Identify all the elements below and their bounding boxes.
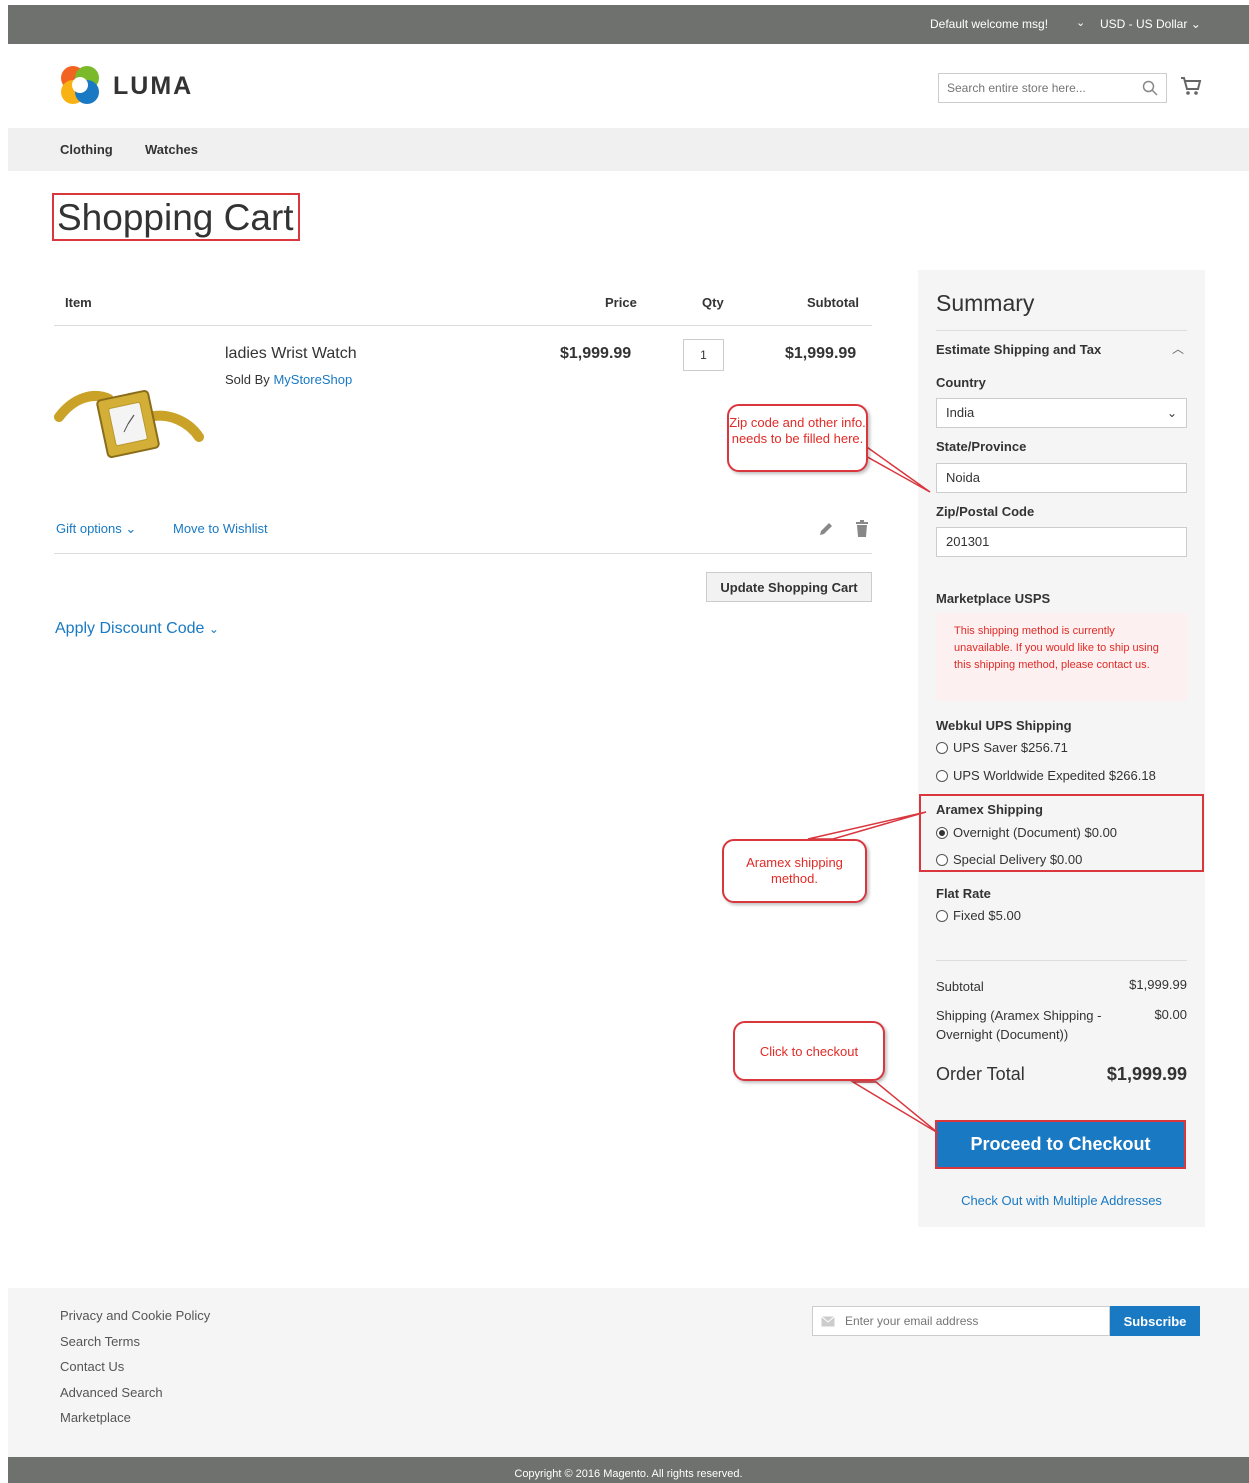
country-value: India [946,405,975,420]
nav-item-watches[interactable]: Watches [145,142,198,157]
product-image[interactable] [54,377,204,467]
newsletter-email-input[interactable] [845,1307,1105,1335]
shipping-option-flat-fixed[interactable]: Fixed $5.00 [936,908,1021,923]
page-title: Shopping Cart [57,197,294,238]
col-header-subtotal: Subtotal [807,295,859,310]
currency-switcher[interactable]: USD - US Dollar ⌄ [1100,17,1201,31]
proceed-to-checkout-button[interactable]: Proceed to Checkout [935,1120,1186,1169]
divider [54,553,872,554]
country-label: Country [936,375,986,390]
flat-rate-title: Flat Rate [936,886,991,901]
search-icon[interactable] [1142,80,1158,96]
page: Default welcome msg! ⌄ USD - US Dollar ⌄… [8,5,1249,1483]
subtotal-label: Subtotal [936,979,984,994]
search-box [938,73,1167,103]
multiple-addresses-link[interactable]: Check Out with Multiple Addresses [918,1193,1205,1208]
search-input[interactable] [939,74,1129,102]
trash-icon[interactable] [855,520,869,537]
apply-discount-toggle[interactable]: Apply Discount Code ⌄ [55,620,219,638]
footer: Privacy and Cookie Policy Search Terms C… [8,1288,1249,1457]
shipping-option-ups-expedited[interactable]: UPS Worldwide Expedited $266.18 [936,768,1156,783]
seller-link[interactable]: MyStoreShop [273,372,352,387]
zip-input[interactable]: 201301 [936,527,1187,557]
summary-title: Summary [936,290,1035,316]
nav-item-clothing[interactable]: Clothing [60,142,113,157]
newsletter-box [812,1306,1110,1336]
chevron-down-icon[interactable]: ⌄ [1076,16,1085,29]
luma-logo-icon[interactable] [58,63,102,107]
col-header-item: Item [65,295,92,310]
item-price: $1,999.99 [560,345,632,362]
logo-text[interactable]: LUMA [113,72,193,101]
ups-title: Webkul UPS Shipping [936,718,1072,733]
gift-options-label: Gift options [56,521,122,536]
order-summary: Summary Estimate Shipping and Tax ︿ Coun… [918,270,1205,1227]
state-label: State/Province [936,439,1027,454]
shipping-option-label: Fixed $5.00 [953,908,1021,923]
shipping-label: Shipping (Aramex Shipping - Overnight (D… [936,1008,1102,1042]
callout-checkout: Click to checkout [733,1021,885,1081]
usps-unavailable-notice: This shipping method is currently unavai… [936,613,1187,701]
footer-link-advanced-search[interactable]: Advanced Search [60,1385,210,1411]
top-bar: Default welcome msg! ⌄ USD - US Dollar ⌄ [8,5,1249,44]
order-total-value: $1,999.99 [1106,1064,1187,1084]
marketplace-usps-title: Marketplace USPS [936,591,1051,606]
zip-label: Zip/Postal Code [936,504,1035,519]
radio-button[interactable] [936,741,948,754]
col-header-qty: Qty [702,295,724,310]
callout-aramex: Aramex shipping method. [722,839,867,903]
welcome-message: Default welcome msg! [930,17,1049,31]
currency-label: USD - US Dollar [1100,17,1188,31]
footer-link-contact[interactable]: Contact Us [60,1359,210,1385]
main-nav: Clothing Watches [8,128,1249,171]
sold-by: Sold By MyStoreShop [225,372,352,387]
divider [936,330,1187,331]
shipping-option-label: UPS Worldwide Expedited $266.18 [953,768,1156,783]
footer-link-privacy[interactable]: Privacy and Cookie Policy [60,1308,210,1334]
chevron-down-icon: ⌄ [125,521,137,536]
divider [54,325,872,326]
subscribe-button[interactable]: Subscribe [1110,1306,1200,1336]
radio-button[interactable] [936,769,948,782]
copyright: Copyright © 2016 Magento. All rights res… [8,1457,1249,1483]
radio-button[interactable] [936,909,948,922]
chevron-down-icon: ⌄ [1166,406,1177,420]
cart-icon[interactable] [1180,75,1202,97]
callout-zip-code: Zip code and other info. needs to be fil… [727,404,868,472]
apply-discount-label: Apply Discount Code [55,620,205,637]
shipping-value: $0.00 [1154,1007,1187,1022]
chevron-down-icon: ⌄ [208,622,219,636]
footer-link-marketplace[interactable]: Marketplace [60,1410,210,1436]
aramex-highlight [919,794,1204,872]
shipping-option-label: UPS Saver $256.71 [953,740,1068,755]
move-to-wishlist-link[interactable]: Move to Wishlist [173,521,268,536]
footer-links: Privacy and Cookie Policy Search Terms C… [60,1308,210,1436]
page-title-highlight: Shopping Cart [52,193,300,241]
shipping-option-ups-saver[interactable]: UPS Saver $256.71 [936,740,1068,755]
update-cart-button[interactable]: Update Shopping Cart [706,572,872,602]
footer-link-search-terms[interactable]: Search Terms [60,1334,210,1360]
country-select[interactable]: India ⌄ [936,398,1187,428]
col-header-price: Price [605,295,637,310]
subtotal-value: $1,999.99 [1129,977,1187,992]
sold-by-label: Sold By [225,372,270,387]
product-name[interactable]: ladies Wrist Watch [225,345,357,363]
gift-options-toggle[interactable]: Gift options ⌄ [56,521,136,537]
pencil-icon[interactable] [818,521,834,537]
order-total-label: Order Total [936,1064,1025,1084]
item-subtotal: $1,999.99 [785,345,857,362]
envelope-icon [821,1316,835,1327]
divider [936,960,1187,961]
state-input[interactable]: Noida [936,463,1187,493]
estimate-shipping-toggle[interactable]: Estimate Shipping and Tax [936,342,1101,357]
qty-input[interactable]: 1 [683,339,724,371]
chevron-up-icon[interactable]: ︿ [1172,340,1184,357]
